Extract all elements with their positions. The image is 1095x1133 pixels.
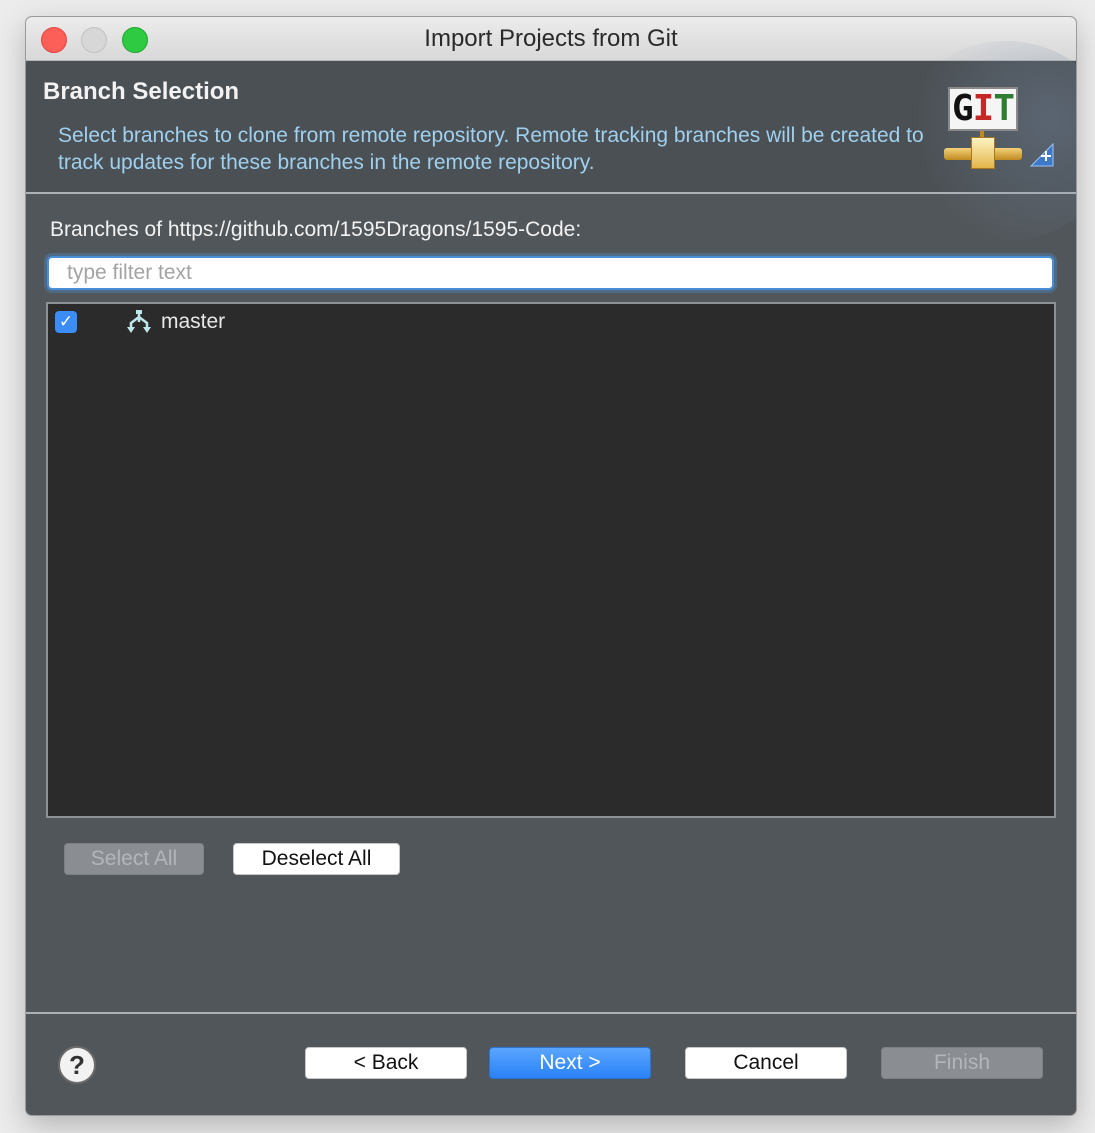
page-description: Select branches to clone from remote rep… — [58, 124, 924, 174]
window-title: Import Projects from Git — [424, 25, 678, 52]
import-dialog: Import Projects from Git Branch Selectio… — [26, 17, 1076, 1115]
page-title: Branch Selection — [43, 78, 240, 105]
branch-icon — [127, 310, 151, 333]
wizard-arrow-icon — [1029, 142, 1054, 167]
back-button[interactable]: < Back — [305, 1047, 467, 1079]
footer-divider — [26, 1012, 1076, 1014]
next-button[interactable]: Next > — [489, 1047, 651, 1079]
deselect-all-button[interactable]: Deselect All — [233, 843, 400, 875]
list-item[interactable]: ✓ master — [48, 308, 1054, 338]
select-all-button[interactable]: Select All — [64, 843, 204, 875]
branch-checkbox[interactable]: ✓ — [55, 311, 77, 333]
branch-name: master — [161, 310, 226, 333]
wizard-banner: Branch Selection Select branches to clon… — [26, 41, 1076, 241]
branches-label: Branches of https://github.com/1595Drago… — [50, 218, 582, 241]
branch-list[interactable]: ✓ master — [46, 302, 1056, 818]
finish-button[interactable]: Finish — [881, 1047, 1043, 1079]
git-logo-box — [971, 137, 995, 169]
title-bar[interactable]: Import Projects from Git — [26, 17, 1076, 61]
git-logo-icon: GIT — [944, 87, 1024, 177]
branch-filter-input[interactable] — [47, 256, 1054, 290]
help-button[interactable]: ? — [58, 1046, 96, 1084]
git-logo-text: GIT — [948, 87, 1018, 131]
cancel-button[interactable]: Cancel — [685, 1047, 847, 1079]
